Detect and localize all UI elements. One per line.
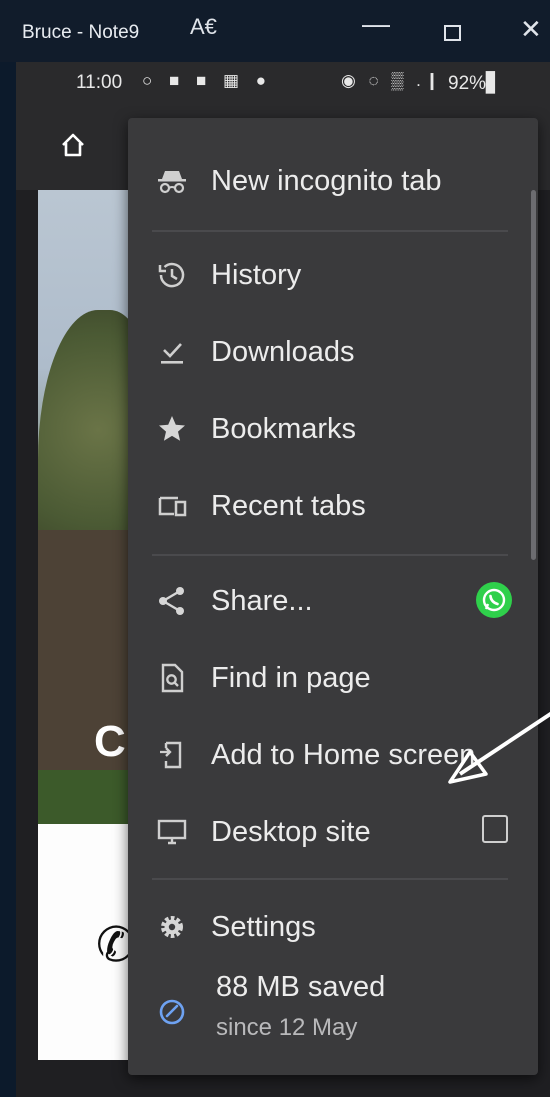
overflow-menu: New incognito tab History Downloads Book… <box>128 118 538 1075</box>
menu-divider <box>152 554 508 556</box>
menu-item-data-saver[interactable]: 88 MB saved since 12 May <box>128 968 538 1054</box>
menu-divider <box>152 230 508 232</box>
star-icon <box>159 416 185 441</box>
menu-item-label: Bookmarks <box>211 413 357 445</box>
status-time: 11:00 <box>76 72 123 93</box>
menu-item-label: Settings <box>211 911 316 943</box>
menu-item-find-in-page[interactable]: Find in page <box>128 645 538 709</box>
desktop-icon <box>157 819 187 845</box>
menu-item-label: Desktop site <box>211 816 371 848</box>
close-icon[interactable]: ✕ <box>520 14 542 45</box>
menu-item-label: History <box>211 259 302 291</box>
menu-item-label: Share... <box>211 585 313 617</box>
history-icon <box>158 262 185 288</box>
menu-divider <box>152 878 508 880</box>
menu-item-label: Add to Home screen <box>211 739 476 771</box>
gear-icon <box>161 916 183 938</box>
share-icon <box>159 587 184 615</box>
menu-item-share[interactable]: Share... <box>128 568 538 632</box>
menu-item-desktop-site[interactable]: Desktop site <box>128 799 538 863</box>
status-bar: 11:00 ○ ■ ■ ▦ ● ◉ ◌ ▒ .❙ 92%▋ <box>16 62 550 102</box>
data-saved-since: since 12 May <box>216 1014 358 1041</box>
incognito-icon <box>158 171 186 194</box>
battery-level: 92%▋ <box>448 73 501 94</box>
window-title-bar: Bruce - Note9 A€ — ✕ <box>0 0 550 62</box>
menu-item-recent-tabs[interactable]: Recent tabs <box>128 473 538 537</box>
notification-icons: ○ ■ ■ ▦ ● <box>142 71 273 90</box>
phone-screen: 11:00 ○ ■ ■ ▦ ● ◉ ◌ ▒ .❙ 92%▋ C ✆ New in… <box>16 62 550 1097</box>
minimize-icon[interactable]: — <box>362 8 390 40</box>
menu-item-history[interactable]: History <box>128 242 538 306</box>
menu-item-settings[interactable]: Settings <box>128 894 538 958</box>
data-saver-gauge-icon <box>159 999 185 1025</box>
annotation-arrow <box>448 711 550 784</box>
home-icon[interactable] <box>60 132 86 158</box>
download-icon <box>161 343 183 364</box>
menu-item-label: Recent tabs <box>211 490 366 522</box>
text-size-icon[interactable]: A€ <box>190 14 217 40</box>
menu-item-label: Find in page <box>211 662 371 694</box>
whatsapp-icon[interactable] <box>476 582 512 618</box>
menu-item-label: Downloads <box>211 336 355 368</box>
window-title: Bruce - Note9 <box>22 22 140 43</box>
menu-item-label: New incognito tab <box>211 165 442 197</box>
menu-item-new-incognito-tab[interactable]: New incognito tab <box>128 148 538 212</box>
desktop-site-checkbox[interactable] <box>482 815 508 843</box>
data-saved-amount: 88 MB saved <box>216 971 386 1003</box>
menu-item-downloads[interactable]: Downloads <box>128 319 538 383</box>
devices-icon <box>158 496 187 517</box>
add-to-home-icon <box>160 741 182 769</box>
status-right-icons: ◉ ◌ ▒ .❙ <box>341 71 444 90</box>
page-heading: C <box>94 717 126 766</box>
menu-item-bookmarks[interactable]: Bookmarks <box>128 396 538 460</box>
maximize-icon[interactable] <box>444 25 461 41</box>
find-in-page-icon <box>161 663 184 693</box>
